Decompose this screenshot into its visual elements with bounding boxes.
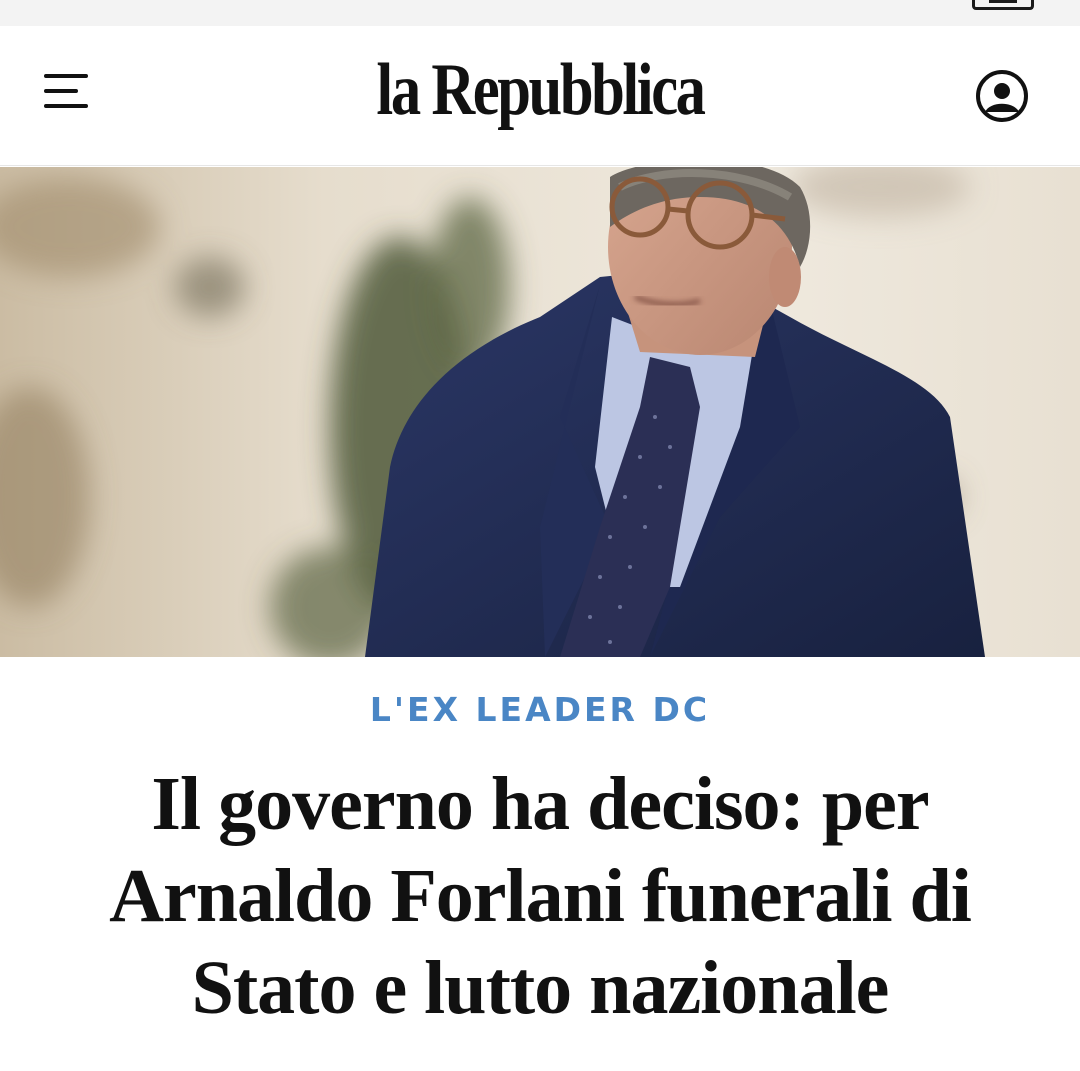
user-profile-icon [976, 70, 1028, 122]
article-headline[interactable]: Il governo ha deciso: per Arnaldo Forlan… [40, 758, 1040, 1034]
hamburger-menu-icon [44, 74, 88, 78]
calendar-icon [972, 0, 1034, 10]
elderly-man-in-suit-photo [0, 167, 1080, 657]
profile-button[interactable] [974, 68, 1030, 124]
hamburger-line [44, 104, 88, 108]
status-strip [0, 0, 1080, 26]
hero-image[interactable] [0, 167, 1080, 657]
hamburger-line [44, 89, 78, 93]
site-logo[interactable]: la Repubblica [97, 48, 983, 133]
article-kicker[interactable]: L'EX LEADER DC [0, 690, 1080, 729]
site-header: la Repubblica [0, 26, 1080, 166]
menu-button[interactable] [44, 72, 92, 112]
